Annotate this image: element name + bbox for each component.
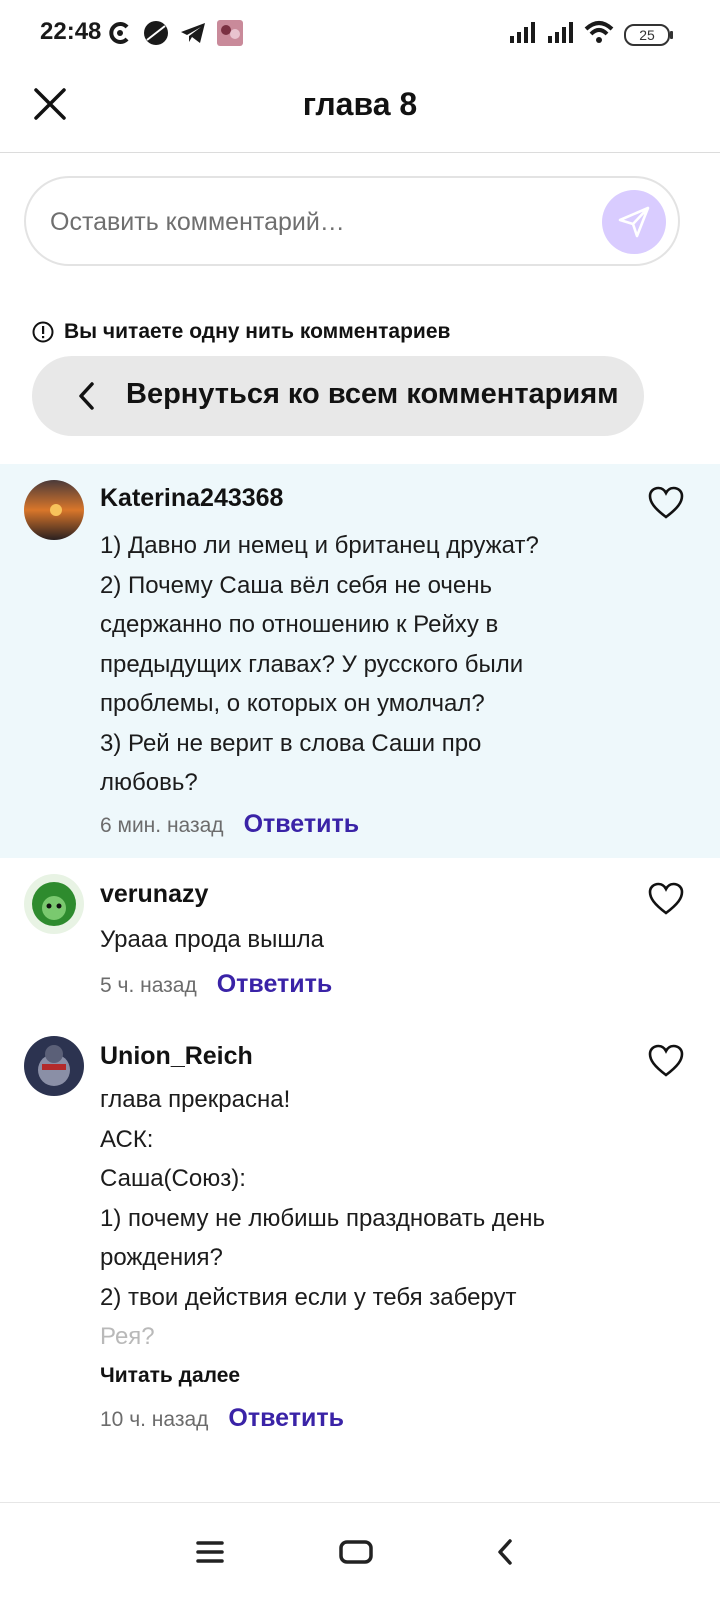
comment-text: 1) Давно ли немец и британец дружат? 2) … [100,526,620,803]
comment-line: Урааа прода вышла [100,926,325,953]
back-icon [498,1539,512,1565]
comment-meta: 10 ч. назад Ответить [100,1404,344,1433]
header: глава 8 [0,70,720,153]
recent-apps-button[interactable] [190,1535,230,1569]
status-bar: 22:48 25 [0,0,720,70]
comment-meta: 5 ч. назад Ответить [100,970,332,999]
reply-button[interactable]: Ответить [228,1404,344,1433]
comment-item: Union_Reich глава прекрасна! АСК: Саша(С… [0,1030,720,1460]
send-icon [618,206,650,238]
comment-line: проблемы, о которых он умолчал? [100,690,485,717]
like-button[interactable] [648,882,684,916]
comment-timestamp: 6 мин. назад [100,814,224,837]
info-icon [32,321,54,343]
app-thumbnail-icon [217,20,243,51]
comment-item: Katerina243368 1) Давно ли немец и брита… [0,464,720,858]
back-to-all-comments-label: Вернуться ко всем комментариям [126,378,619,410]
reply-button[interactable]: Ответить [244,810,360,839]
signal-icon [546,20,574,49]
signal-icon [508,20,536,49]
comment-line: Рея? [100,1323,155,1350]
comment-item: verunazy Урааа прода вышла 5 ч. назад От… [0,868,720,1018]
system-nav-bar [0,1502,720,1601]
heart-icon [648,882,684,915]
page-title: глава 8 [302,86,418,122]
comment-line: рождения? [100,1244,223,1271]
telegram-icon [179,21,207,50]
reply-button[interactable]: Ответить [217,970,333,999]
comment-line: 3) Рей не верит в слова Саши про [100,729,482,757]
c-app-icon [107,20,133,51]
back-button[interactable] [486,1535,526,1569]
comment-line: любовь? [100,769,198,796]
menu-icon [196,1541,224,1563]
comment-username[interactable]: Katerina243368 [100,484,283,513]
comment-meta: 6 мин. назад Ответить [100,810,359,839]
comment-line: Саша(Союз): [100,1165,246,1192]
like-button[interactable] [648,486,684,520]
comment-line: 2) твои действия если у тебя заберут [100,1283,517,1311]
globe-icon [143,20,169,51]
send-button[interactable] [602,190,666,254]
heart-icon [648,1044,684,1077]
comment-line: 1) Давно ли немец и британец дружат? [100,532,539,559]
home-icon [339,1540,373,1564]
back-to-all-comments-button[interactable]: Вернуться ко всем комментариям [32,356,644,436]
comment-line: глава прекрасна! [100,1086,291,1113]
comment-text: глава прекрасна! АСК: Саша(Союз): 1) поч… [100,1080,620,1357]
comment-timestamp: 10 ч. назад [100,1408,209,1431]
status-time: 22:48 [40,18,102,45]
chevron-left-icon [79,382,94,410]
avatar[interactable] [24,1036,84,1096]
like-button[interactable] [648,1044,684,1078]
comment-username[interactable]: verunazy [100,880,208,909]
battery-icon: 25 [624,23,673,46]
comment-input-placeholder: Оставить комментарий… [50,208,345,236]
comment-line: сдержанно по отношению к Рейху в [100,611,499,638]
comment-line: 1) почему не любишь праздновать день [100,1204,546,1232]
comment-timestamp: 5 ч. назад [100,974,197,997]
thread-notice-text: Вы читаете одну нить комментариев [64,320,451,343]
avatar[interactable] [24,480,84,540]
comment-line: 2) Почему Саша вёл себя не очень [100,571,493,599]
avatar[interactable] [24,874,84,934]
comment-line: предыдущих главах? У русского были [100,650,524,678]
comment-input[interactable]: Оставить комментарий… [24,176,680,266]
home-button[interactable] [336,1535,376,1569]
comment-text: Урааа прода вышла [100,920,620,960]
comment-username[interactable]: Union_Reich [100,1042,253,1071]
heart-icon [648,486,684,519]
wifi-icon [584,20,614,49]
read-more-link[interactable]: Читать далее [100,1364,240,1388]
comment-line: АСК: [100,1125,154,1153]
thread-notice: Вы читаете одну нить комментариев [32,320,450,344]
